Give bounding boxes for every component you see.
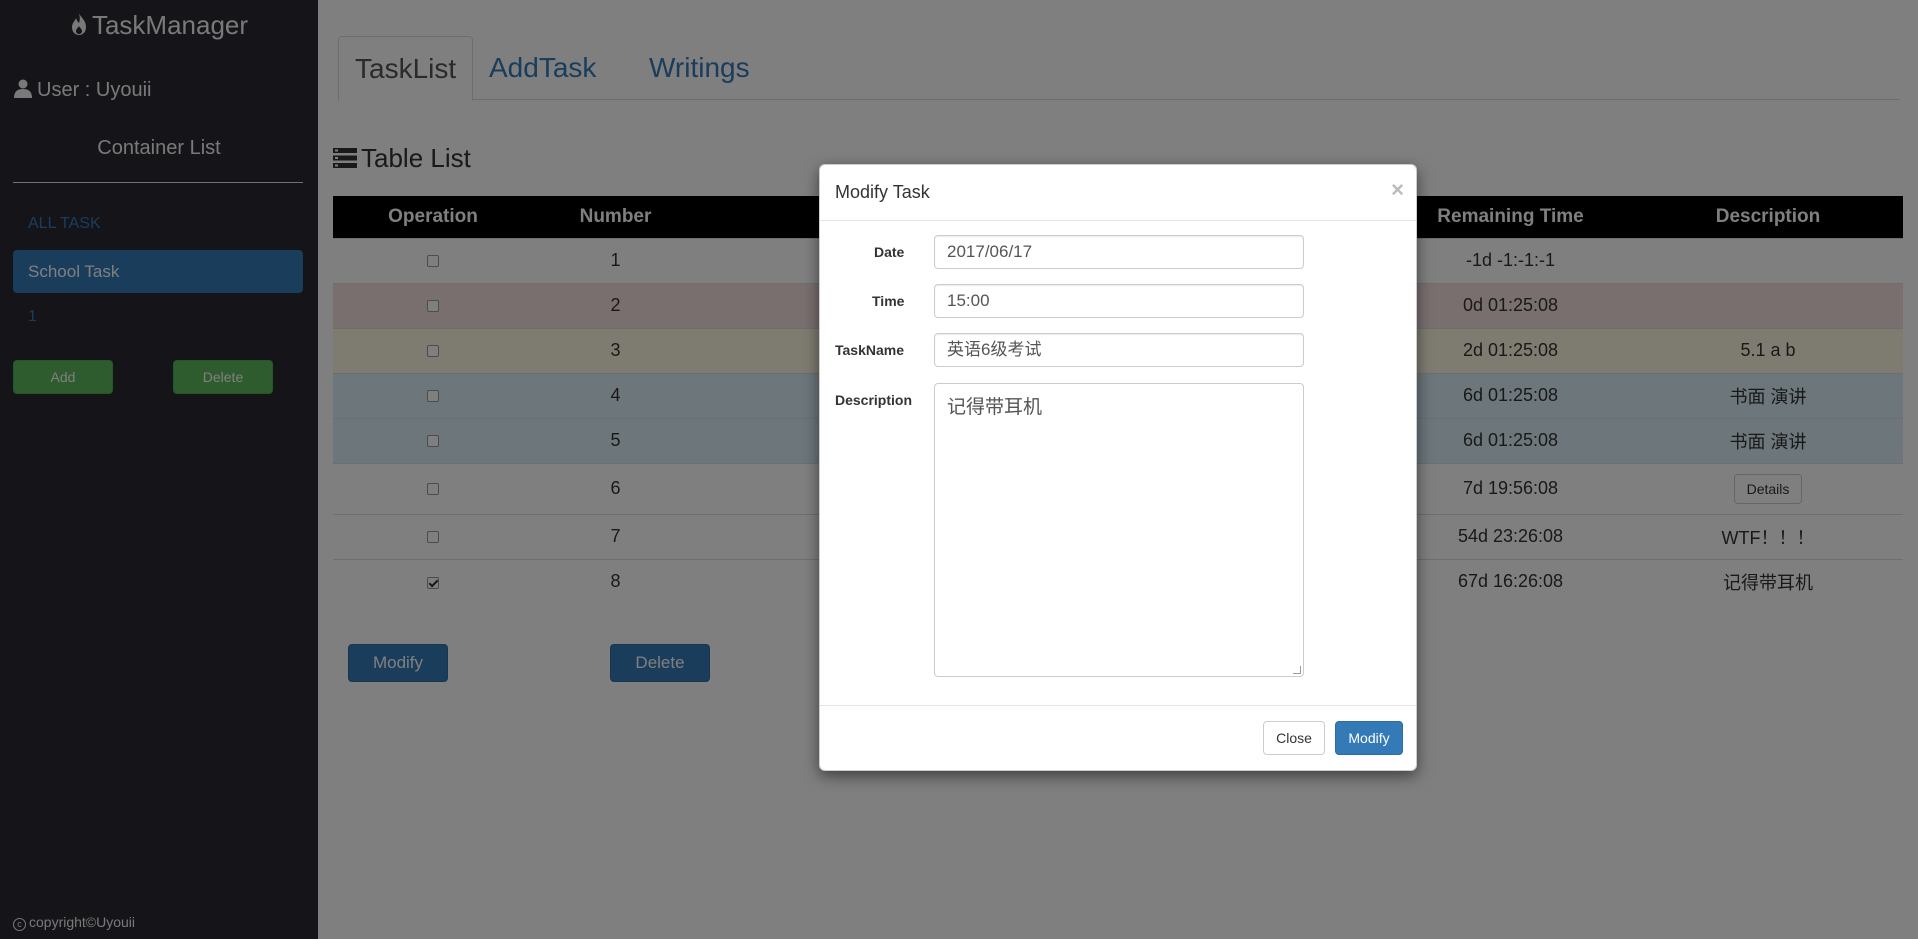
taskname-label: TaskName [835,342,905,358]
description-textarea[interactable]: 记得带耳机 [934,383,1304,677]
modify-task-dialog: Modify Task × Date 2017/06/17 Time 15:00… [819,164,1417,771]
taskname-field[interactable]: 英语6级考试 [934,333,1304,367]
modal-modify-button[interactable]: Modify [1335,721,1403,755]
description-text: 记得带耳机 [947,397,1043,418]
close-button[interactable]: Close [1263,721,1325,755]
resize-handle-icon[interactable] [1293,666,1301,674]
date-field[interactable]: 2017/06/17 [934,235,1304,269]
description-label: Description [835,392,913,408]
modal-header: Modify Task × [820,165,1416,221]
close-icon[interactable]: × [1391,177,1404,203]
modal-footer: Close Modify [820,705,1416,770]
modal-title: Modify Task [835,182,930,202]
time-field[interactable]: 15:00 [934,284,1304,318]
date-label: Date [874,244,905,260]
time-label: Time [872,293,905,309]
